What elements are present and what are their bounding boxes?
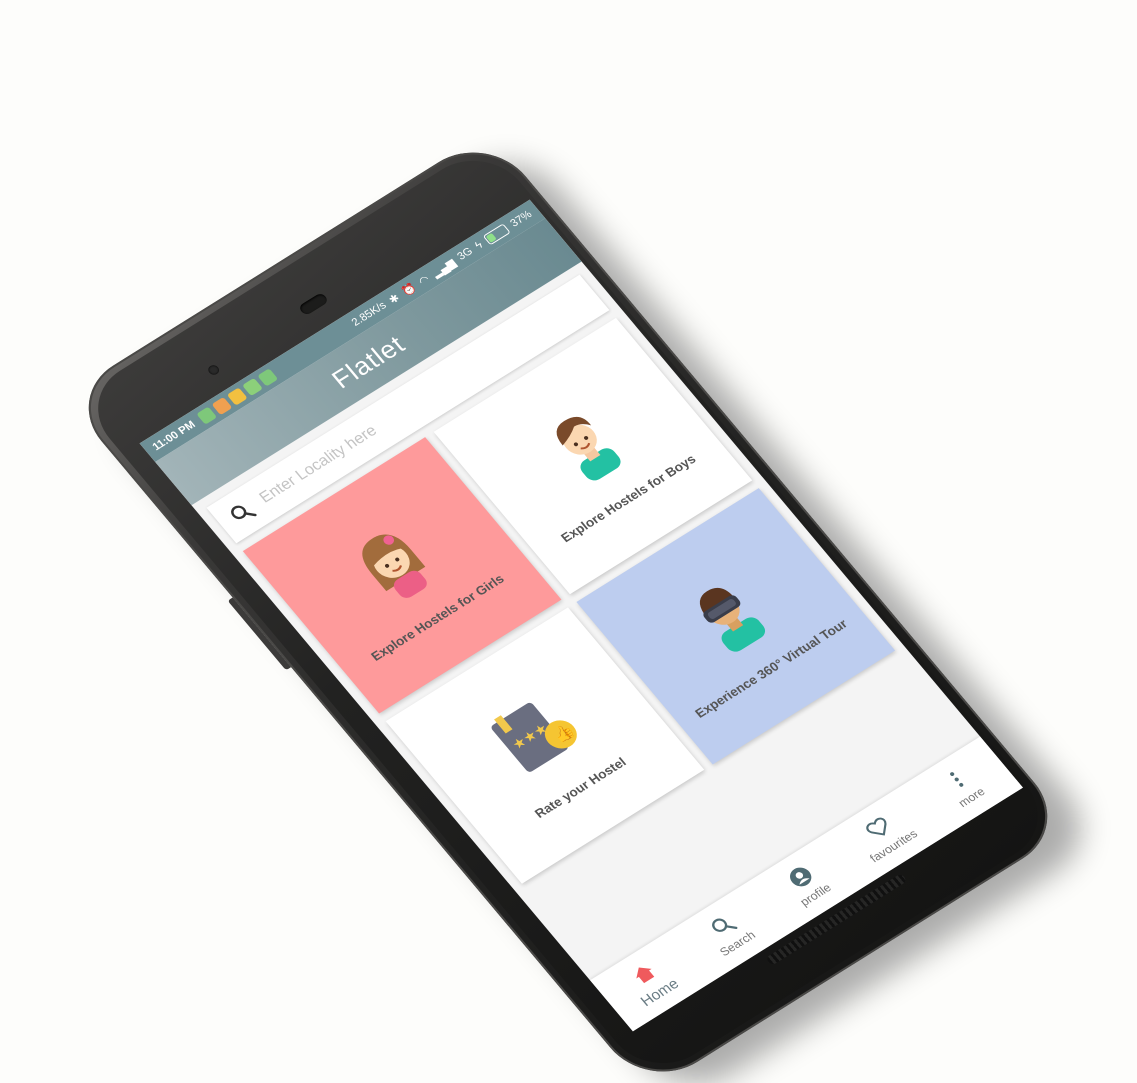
alarm-notification-icon bbox=[257, 368, 279, 387]
network-type: 3G bbox=[455, 245, 476, 263]
battery-fill bbox=[485, 233, 497, 243]
search-icon bbox=[231, 505, 257, 520]
app-notification-icon bbox=[211, 396, 233, 416]
girl-avatar-icon bbox=[361, 534, 427, 598]
boy-avatar-icon bbox=[555, 416, 620, 481]
charging-icon: ϟ bbox=[472, 239, 486, 252]
rating-book-icon: ★★★ 👍 bbox=[490, 702, 577, 772]
alarm-icon: ⏰ bbox=[399, 281, 419, 299]
earpiece-speaker bbox=[297, 292, 330, 317]
phone-bezel: 11:00 PM 2.85K/s ✱ ⏰ ◠ ▂▄▆ 3G ϟ 37% Flat… bbox=[75, 141, 1061, 1083]
bluetooth-icon: ✱ bbox=[386, 291, 403, 307]
wifi-icon: ◠ bbox=[416, 273, 433, 288]
phone-device: 11:00 PM 2.85K/s ✱ ⏰ ◠ ▂▄▆ 3G ϟ 37% Flat… bbox=[63, 131, 1073, 1083]
front-camera bbox=[206, 363, 222, 377]
app-notification-icon bbox=[226, 387, 248, 406]
vr-headset-avatar-icon bbox=[699, 587, 765, 652]
product-mockup-scene: 11:00 PM 2.85K/s ✱ ⏰ ◠ ▂▄▆ 3G ϟ 37% Flat… bbox=[0, 0, 1137, 1083]
app-notification-icon bbox=[242, 377, 264, 397]
alarm-notification-icon bbox=[196, 406, 218, 425]
